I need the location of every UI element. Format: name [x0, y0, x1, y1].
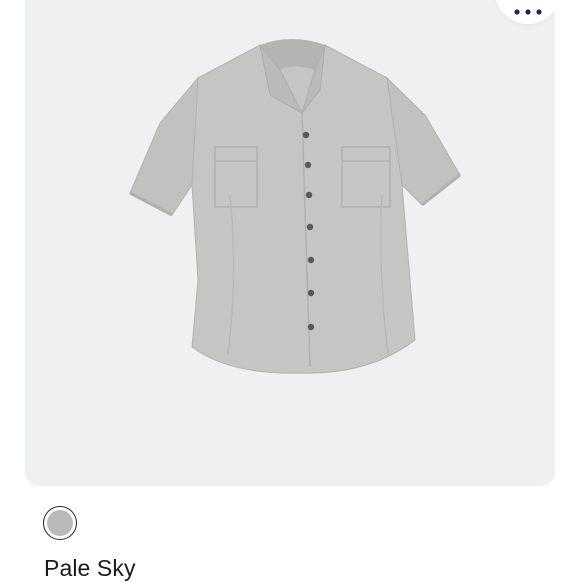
more-options-button[interactable]	[494, 0, 555, 24]
product-image-card[interactable]	[25, 0, 555, 486]
shirt-image	[129, 39, 461, 374]
selected-color-name: Pale Sky	[44, 555, 136, 581]
more-horizontal-icon	[514, 9, 542, 15]
swatch-fill	[47, 510, 73, 536]
color-swatch-selected[interactable]	[43, 506, 77, 540]
